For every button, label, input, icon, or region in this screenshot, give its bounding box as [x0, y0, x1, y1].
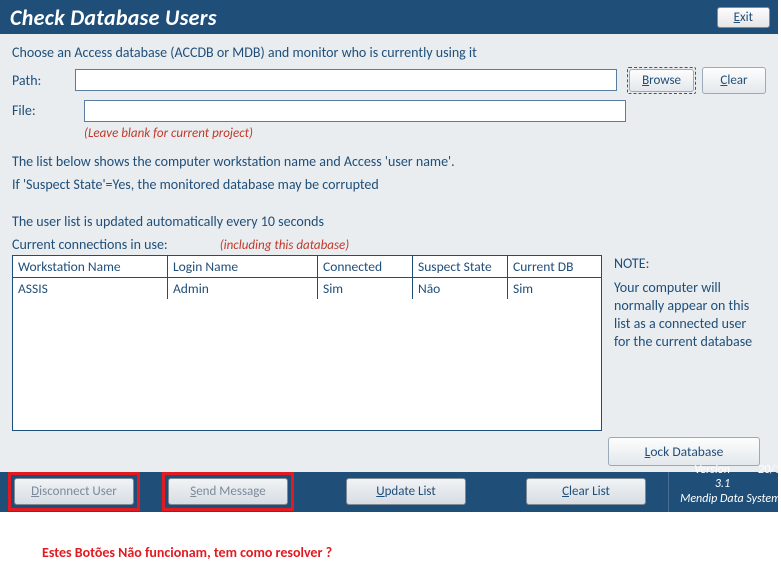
center-buttons: Update List Clear List: [346, 478, 646, 505]
cell-connected: Sim: [318, 278, 413, 299]
connections-label: Current connections in use:: [12, 236, 168, 253]
connections-hint: (including this database): [220, 238, 350, 253]
col-workstation: Workstation Name: [13, 256, 168, 277]
highlight-send-message: Send Message: [162, 472, 294, 511]
file-label: File:: [12, 102, 84, 119]
info-line-1: The list below shows the computer workst…: [12, 153, 766, 172]
window-title: Check Database Users: [10, 4, 217, 31]
col-suspect: Suspect State: [413, 256, 508, 277]
titlebar: Check Database Users Exit: [0, 0, 778, 34]
disconnect-user-button[interactable]: Disconnect User: [14, 478, 134, 505]
table-row[interactable]: ASSIS Admin Sim Não Sim: [13, 278, 601, 299]
info-line-2: If 'Suspect State'=Yes, the monitored da…: [12, 176, 766, 195]
note-text: Your computer will normally appear on th…: [614, 279, 764, 352]
path-buttons: Browse Clear: [627, 67, 766, 94]
note-box: NOTE: Your computer will normally appear…: [614, 255, 764, 352]
path-input[interactable]: [75, 69, 617, 91]
table-header-row: Workstation Name Login Name Connected Su…: [13, 256, 601, 278]
body-area: Choose an Access database (ACCDB or MDB)…: [0, 34, 778, 472]
leave-blank-hint: (Leave blank for current project): [84, 126, 766, 141]
file-row: File:: [12, 100, 766, 122]
clear-list-button[interactable]: Clear List: [526, 478, 646, 505]
version-date: 20/10/2018: [758, 463, 781, 492]
annotation-footer: Estes Botões Não funcionam, tem como res…: [0, 512, 781, 573]
browse-focus-ring: Browse: [627, 67, 696, 94]
lock-database-button[interactable]: Lock Database: [608, 437, 760, 466]
version-info: Version 3.1 20/10/2018 Mendip Data Syste…: [668, 472, 781, 512]
copyright-line: Mendip Data Systems 2005-2017: [679, 492, 781, 521]
note-title: NOTE:: [614, 255, 764, 273]
cell-currentdb: Sim: [508, 278, 601, 299]
col-connected: Connected: [318, 256, 413, 277]
cell-workstation: ASSIS: [13, 278, 168, 299]
exit-button[interactable]: Exit: [717, 7, 770, 28]
col-login: Login Name: [168, 256, 318, 277]
update-list-button[interactable]: Update List: [346, 478, 466, 505]
cell-login: Admin: [168, 278, 318, 299]
highlight-disconnect: Disconnect User: [8, 472, 140, 511]
file-input[interactable]: [84, 100, 626, 122]
path-row: Path: Browse Clear: [12, 67, 766, 94]
table-note-row: Workstation Name Login Name Connected Su…: [12, 255, 766, 431]
instruction-text: Choose an Access database (ACCDB or MDB)…: [12, 44, 766, 63]
col-currentdb: Current DB: [508, 256, 601, 277]
connections-table: Workstation Name Login Name Connected Su…: [12, 255, 602, 431]
bottom-toolbar: Disconnect User Send Message Update List…: [0, 472, 778, 512]
update-info: The user list is updated automatically e…: [12, 213, 766, 232]
send-message-button[interactable]: Send Message: [168, 478, 288, 505]
browse-button[interactable]: Browse: [629, 69, 694, 92]
lock-row: Lock Database: [12, 437, 766, 466]
connections-header: Current connections in use: (including t…: [12, 236, 766, 253]
cell-suspect: Não: [413, 278, 508, 299]
clear-button[interactable]: Clear: [702, 67, 766, 94]
app-window: Check Database Users Exit Choose an Acce…: [0, 0, 778, 512]
version-label: Version 3.1: [679, 463, 730, 492]
path-label: Path:: [12, 72, 75, 89]
